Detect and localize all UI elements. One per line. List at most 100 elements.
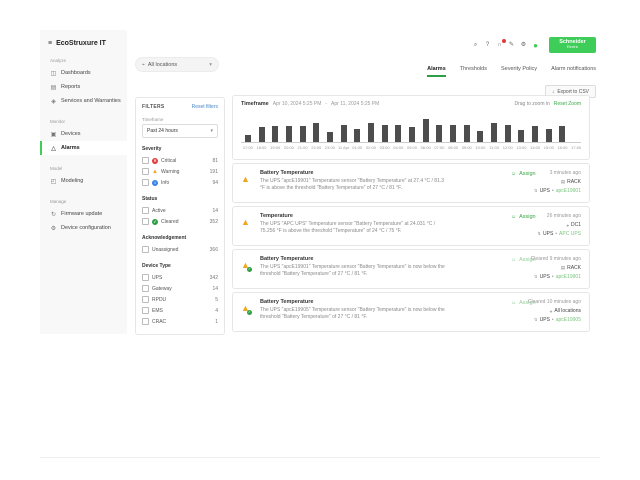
alarm-device[interactable]: ↯UPS • apcE19901	[534, 274, 581, 280]
tab-severity-policy[interactable]: Severity Policy	[501, 66, 537, 77]
alarm-title: Battery Temperature	[260, 256, 313, 262]
checkbox[interactable]	[142, 318, 149, 325]
help-icon[interactable]: ?	[483, 41, 492, 50]
alarm-device[interactable]: ↯UPS • APC UPS	[537, 231, 581, 237]
assign-label: Assign	[519, 214, 536, 220]
alarm-histogram[interactable]	[241, 114, 581, 143]
rack-icon: ▤	[561, 265, 565, 271]
filter-option-rpdu[interactable]: RPDU5	[142, 294, 218, 305]
filter-option-unassigned[interactable]: Unassigned366	[142, 244, 218, 255]
chart-bar[interactable]	[382, 125, 388, 142]
filter-option-crac[interactable]: CRAC1	[142, 316, 218, 327]
search-icon[interactable]: ⌕	[471, 41, 480, 50]
chart-bar[interactable]	[395, 125, 401, 142]
chart-bar[interactable]	[505, 125, 511, 142]
checkbox[interactable]	[142, 296, 149, 303]
alarm-location-label: RACK	[567, 265, 581, 271]
alarm-location[interactable]: ⌖DC1	[566, 222, 581, 228]
chart-bar[interactable]	[532, 126, 538, 142]
chart-bar[interactable]	[491, 123, 497, 142]
alarm-title: Battery Temperature	[260, 299, 313, 305]
sidebar-item-label: Firmware update	[61, 211, 102, 217]
sidebar-item-reports[interactable]: ▤Reports	[40, 80, 127, 94]
chart-bar[interactable]	[341, 125, 347, 142]
timeframe-select[interactable]: Past 24 hours ▾	[142, 124, 218, 138]
checkbox[interactable]	[142, 168, 149, 175]
filter-option-active[interactable]: Active14	[142, 205, 218, 216]
sidebar-item-services-and-warranties[interactable]: ◈Services and Warranties	[40, 94, 127, 108]
alarm-card[interactable]: ▲Battery TemperatureThe UPS "apcE19901" …	[232, 163, 590, 203]
alarm-description: The UPS "apcE19901" Temperature sensor "…	[260, 264, 448, 279]
checkbox[interactable]	[142, 179, 149, 186]
alarm-location[interactable]: ⌖All locations	[550, 308, 581, 314]
sidebar-item-devices[interactable]: ▣Devices	[40, 127, 127, 141]
alarm-list: ▲Battery TemperatureThe UPS "apcE19901" …	[232, 163, 590, 332]
alarm-device[interactable]: ↯UPS • apcE19901	[534, 188, 581, 194]
filter-option-count: 81	[212, 158, 218, 164]
sidebar-item-alarms[interactable]: △Alarms	[40, 141, 127, 155]
checkbox[interactable]	[142, 246, 149, 253]
chart-bar[interactable]	[259, 127, 265, 142]
chart-bar[interactable]	[559, 126, 565, 142]
menu-icon[interactable]: ≡	[48, 40, 52, 47]
sidebar-item-dashboards[interactable]: ◫Dashboards	[40, 66, 127, 80]
sidebar-item-label: Alarms	[61, 145, 80, 151]
chart-bar[interactable]	[245, 135, 251, 142]
sidebar-item-modeling[interactable]: ◰Modeling	[40, 174, 127, 188]
sidebar-item-firmware-update[interactable]: ↻Firmware update	[40, 207, 127, 221]
alarm-card[interactable]: ▲✓Battery TemperatureThe UPS "apcE19905"…	[232, 292, 590, 332]
chart-bar[interactable]	[423, 119, 429, 142]
schneider-electric-logo[interactable]: Schneider Electric	[549, 37, 596, 53]
chart-bar[interactable]	[409, 127, 415, 142]
alarm-card[interactable]: ▲TemperatureThe UPS "APC UPS" Temperatur…	[232, 206, 590, 246]
chart-bar[interactable]	[368, 123, 374, 142]
checkbox[interactable]	[142, 157, 149, 164]
tab-thresholds[interactable]: Thresholds	[460, 66, 487, 77]
checkbox[interactable]	[142, 274, 149, 281]
chart-bar[interactable]	[313, 123, 319, 142]
chart-bar[interactable]	[518, 130, 524, 142]
chart-bar[interactable]	[354, 129, 360, 142]
chart-bar[interactable]	[450, 125, 456, 142]
alarm-location[interactable]: ▤RACK	[561, 179, 581, 185]
filter-option-cleared[interactable]: ✓Cleared352	[142, 216, 218, 227]
reset-filters-link[interactable]: Reset filters	[192, 104, 218, 110]
alarm-card[interactable]: ▲✓Battery TemperatureThe UPS "apcE19901"…	[232, 249, 590, 289]
chart-bar[interactable]	[464, 125, 470, 142]
assign-button[interactable]: ☺Assign	[511, 214, 536, 220]
chart-bar[interactable]	[286, 126, 292, 142]
filter-option-count: 342	[210, 275, 218, 281]
tab-alarms[interactable]: Alarms	[427, 66, 446, 77]
chart-bar[interactable]	[436, 125, 442, 142]
checkbox[interactable]	[142, 207, 149, 214]
location-selector[interactable]: ⌖ All locations ▾	[135, 57, 219, 72]
filter-option-ems[interactable]: EMS4	[142, 305, 218, 316]
feedback-icon[interactable]: ✎	[507, 41, 516, 50]
filter-option-ups[interactable]: UPS342	[142, 272, 218, 283]
filter-option-critical[interactable]: ✕Critical81	[142, 155, 218, 166]
chart-bar[interactable]	[477, 131, 483, 142]
account-icon[interactable]: ●	[531, 41, 540, 50]
download-icon: ↓	[552, 89, 555, 95]
chart-bar[interactable]	[272, 126, 278, 142]
alarm-device[interactable]: ↯UPS • apcE19905	[534, 317, 581, 323]
filter-option-info[interactable]: iInfo94	[142, 177, 218, 188]
notifications-icon[interactable]: ∩	[495, 41, 504, 50]
filter-option-gateway[interactable]: Gateway14	[142, 283, 218, 294]
settings-icon[interactable]: ⚙	[519, 41, 528, 50]
checkbox[interactable]	[142, 285, 149, 292]
chart-bar[interactable]	[546, 129, 552, 142]
checkbox[interactable]	[142, 218, 149, 225]
reset-zoom-link[interactable]: Reset Zoom	[554, 101, 581, 107]
critical-icon: ✕	[152, 158, 158, 164]
filter-option-warning[interactable]: ▲Warning191	[142, 166, 218, 177]
checkbox[interactable]	[142, 307, 149, 314]
chart-bar[interactable]	[327, 132, 333, 142]
alarm-meta: 26 minutes ago⌖DC1↯UPS • APC UPS	[537, 213, 581, 237]
assign-button[interactable]: ☺Assign	[511, 171, 536, 177]
sidebar-item-device-configuration[interactable]: ⚙Device configuration	[40, 221, 127, 235]
alarm-location[interactable]: ▤RACK	[561, 265, 581, 271]
sidebar-item-label: Reports	[61, 84, 80, 90]
tab-alarm-notifications[interactable]: Alarm notifications	[551, 66, 596, 77]
chart-bar[interactable]	[300, 126, 306, 142]
